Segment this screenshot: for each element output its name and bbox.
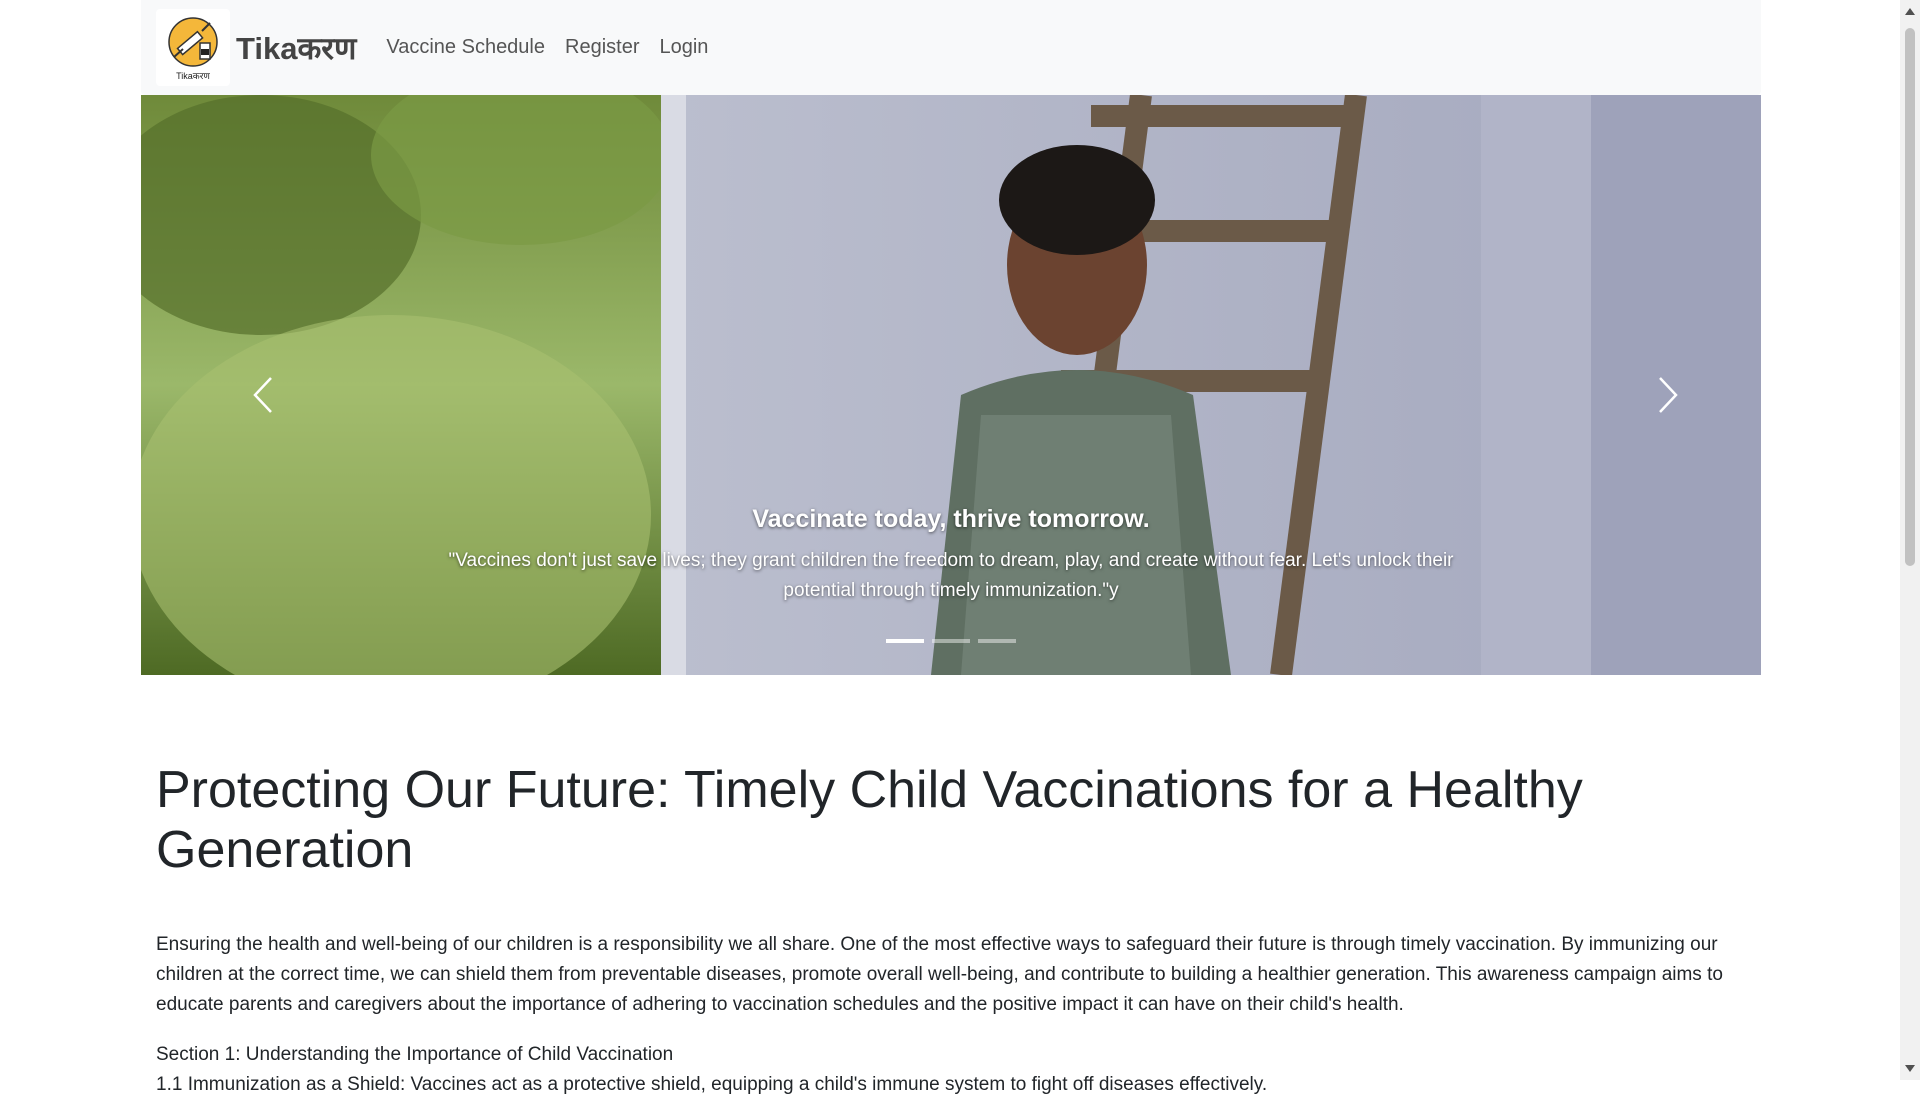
page-scrollbar[interactable] bbox=[1900, 0, 1920, 1080]
chevron-right-icon bbox=[1659, 377, 1678, 413]
brand-link[interactable]: Tikaकरण bbox=[236, 27, 356, 69]
carousel-caption: Vaccinate today, thrive tomorrow. "Vacci… bbox=[141, 505, 1761, 606]
scroll-up-arrow-icon[interactable] bbox=[1905, 8, 1915, 15]
navbar: Tikaकरण Tikaकरण Vaccine Schedule Registe… bbox=[141, 0, 1761, 95]
carousel-prev-button[interactable] bbox=[233, 365, 293, 425]
carousel-indicator-3[interactable] bbox=[978, 639, 1016, 643]
carousel-indicators bbox=[141, 639, 1761, 643]
nav-links: Vaccine Schedule Register Login bbox=[386, 36, 728, 59]
hero-carousel: Vaccinate today, thrive tomorrow. "Vacci… bbox=[141, 95, 1761, 675]
section-text: 1.1 Immunization as a Shield: Vaccines a… bbox=[156, 1074, 1268, 1095]
carousel-indicator-1[interactable] bbox=[886, 639, 924, 643]
nav-link-login[interactable]: Login bbox=[659, 36, 708, 59]
chevron-left-icon bbox=[253, 377, 272, 413]
scroll-down-arrow-icon[interactable] bbox=[1905, 1065, 1915, 1072]
logo[interactable]: Tikaकरण bbox=[156, 9, 230, 86]
scroll-thumb[interactable] bbox=[1905, 28, 1915, 566]
nav-link-register[interactable]: Register bbox=[565, 36, 639, 59]
carousel-indicator-2[interactable] bbox=[932, 639, 970, 643]
syringe-logo-icon bbox=[168, 17, 218, 67]
intro-paragraph: Ensuring the health and well-being of ou… bbox=[156, 934, 1723, 1015]
section-title: Section 1: Understanding the Importance … bbox=[156, 1044, 674, 1065]
logo-caption: Tikaकरण bbox=[176, 71, 210, 81]
article: Protecting Our Future: Timely Child Vacc… bbox=[156, 760, 1746, 1100]
caption-title: Vaccinate today, thrive tomorrow. bbox=[752, 505, 1150, 533]
carousel-next-button[interactable] bbox=[1638, 365, 1698, 425]
page-title: Protecting Our Future: Timely Child Vacc… bbox=[156, 761, 1583, 879]
nav-link-vaccine-schedule[interactable]: Vaccine Schedule bbox=[386, 36, 545, 59]
caption-text: "Vaccines don't just save lives; they gr… bbox=[448, 550, 1454, 601]
